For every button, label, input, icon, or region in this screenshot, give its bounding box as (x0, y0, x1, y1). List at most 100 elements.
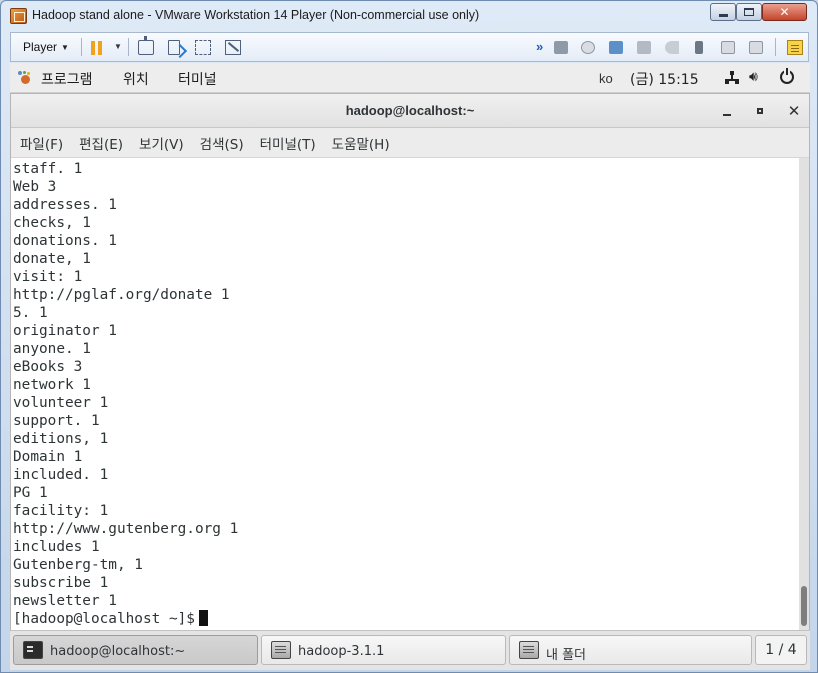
toolbar-divider (128, 38, 129, 56)
taskbar-item-terminal[interactable]: hadoop@localhost:~ (13, 635, 258, 665)
minimize-button[interactable] (710, 3, 736, 21)
output-line: donations. 1 (13, 233, 117, 249)
places-menu[interactable]: 위치 (123, 69, 149, 89)
terminal-menu[interactable]: 터미널 (178, 69, 217, 89)
sound-card-icon[interactable] (665, 41, 679, 54)
cd-drive-icon[interactable] (581, 41, 595, 54)
folder-icon (519, 641, 539, 659)
player-menu-label: Player (23, 40, 58, 54)
taskbar-item-home-folder[interactable]: 내 폴더 (509, 635, 752, 665)
terminal-scrollbar[interactable] (799, 158, 809, 630)
guest-display[interactable]: 프로그램 위치 터미널 ko (금) 15:15 🔊︎ hadoop@local… (10, 63, 810, 670)
pause-button[interactable] (91, 41, 103, 55)
maximize-icon (744, 8, 754, 16)
taskbar-item-hadoop-folder[interactable]: hadoop-3.1.1 (261, 635, 506, 665)
maximize-button[interactable] (736, 3, 762, 21)
terminal-output[interactable]: staff. 1 Web 3 addresses. 1 checks, 1 do… (11, 158, 799, 630)
toolbar-divider (81, 38, 82, 56)
window-title: Hadoop stand alone - VMware Workstation … (32, 8, 480, 22)
output-line: 5. 1 (13, 305, 48, 321)
unity-icon[interactable] (225, 40, 241, 55)
output-line: PG 1 (13, 485, 48, 501)
vmware-app-icon (10, 8, 27, 24)
output-line: http://www.gutenberg.org 1 (13, 521, 239, 537)
terminal-title-bar[interactable]: hadoop@localhost:~ ✕ (11, 94, 809, 128)
output-line: includes 1 (13, 539, 100, 555)
output-line: eBooks 3 (13, 359, 83, 375)
output-line: Gutenberg-tm, 1 (13, 557, 143, 573)
minimize-icon (723, 113, 731, 116)
usb-device-icon[interactable] (695, 41, 703, 54)
taskbar-item-label: hadoop@localhost:~ (50, 644, 186, 659)
network-icon[interactable] (725, 71, 739, 84)
gnome-bottom-panel: hadoop@localhost:~ hadoop-3.1.1 내 폴더 1 /… (10, 630, 810, 670)
output-line: network 1 (13, 377, 91, 393)
output-line: anyone. 1 (13, 341, 91, 357)
gnome-foot-icon (18, 71, 32, 84)
maximize-icon (757, 108, 763, 114)
taskbar-item-label: hadoop-3.1.1 (298, 644, 385, 659)
scrollbar-thumb[interactable] (801, 586, 807, 626)
output-line: donate, 1 (13, 251, 91, 267)
volume-icon[interactable]: 🔊︎ (749, 69, 758, 85)
output-line: checks, 1 (13, 215, 91, 231)
removable-device-icon[interactable] (749, 41, 763, 54)
output-line: support. 1 (13, 413, 100, 429)
output-line: staff. 1 (13, 161, 83, 177)
output-line: subscribe 1 (13, 575, 109, 591)
shell-prompt: [hadoop@localhost ~]$ (13, 611, 195, 627)
vmware-title-bar[interactable]: Hadoop stand alone - VMware Workstation … (1, 1, 817, 31)
output-line: http://pglaf.org/donate 1 (13, 287, 230, 303)
close-button[interactable]: ✕ (762, 3, 807, 21)
terminal-icon (23, 641, 43, 659)
output-line: included. 1 (13, 467, 109, 483)
close-icon: ✕ (779, 5, 790, 19)
removable-device-icon[interactable] (721, 41, 735, 54)
menu-edit[interactable]: 편집(E) (79, 133, 123, 153)
output-line: editions, 1 (13, 431, 109, 447)
output-line: addresses. 1 (13, 197, 117, 213)
output-line: facility: 1 (13, 503, 109, 519)
more-devices-icon[interactable]: » (536, 39, 543, 54)
menu-file[interactable]: 파일(F) (20, 133, 63, 153)
network-device-icon[interactable] (609, 41, 623, 54)
terminal-minimize-button[interactable] (718, 102, 736, 120)
terminal-window: hadoop@localhost:~ ✕ 파일(F) 편집(E) 보기(V) 검… (10, 93, 810, 630)
clock[interactable]: (금) 15:15 (630, 69, 699, 89)
output-line: visit: 1 (13, 269, 83, 285)
gnome-top-panel: 프로그램 위치 터미널 ko (금) 15:15 🔊︎ (10, 63, 810, 93)
vmware-toolbar: Player ▼ ▼ » (10, 32, 809, 62)
menu-search[interactable]: 검색(S) (200, 133, 244, 153)
player-menu[interactable]: Player ▼ (23, 40, 69, 54)
taskbar-item-label: 내 폴더 (546, 648, 587, 663)
minimize-icon (718, 13, 728, 17)
network-adapter-icon[interactable] (138, 36, 154, 55)
output-line: Web 3 (13, 179, 57, 195)
menu-view[interactable]: 보기(V) (139, 133, 184, 153)
terminal-maximize-button[interactable] (751, 102, 769, 120)
menu-terminal[interactable]: 터미널(T) (260, 133, 316, 153)
workspace-switcher[interactable]: 1 / 4 (755, 635, 807, 665)
power-icon[interactable] (780, 68, 794, 84)
output-line: newsletter 1 (13, 593, 117, 609)
menu-help[interactable]: 도움말(H) (332, 133, 390, 153)
hard-disk-icon[interactable] (554, 41, 568, 54)
message-log-icon[interactable] (787, 40, 803, 55)
folder-icon (271, 641, 291, 659)
terminal-title: hadoop@localhost:~ (345, 103, 475, 118)
close-icon: ✕ (787, 102, 801, 120)
output-line: Domain 1 (13, 449, 83, 465)
prompt-line[interactable]: [hadoop@localhost ~]$ (13, 610, 799, 628)
full-screen-icon[interactable] (195, 40, 211, 55)
printer-icon[interactable] (637, 41, 651, 54)
applications-menu[interactable]: 프로그램 (41, 69, 93, 89)
output-line: volunteer 1 (13, 395, 109, 411)
terminal-menu-bar: 파일(F) 편집(E) 보기(V) 검색(S) 터미널(T) 도움말(H) (11, 128, 809, 158)
send-ctrl-alt-del-icon[interactable] (168, 40, 180, 55)
vmware-window: Hadoop stand alone - VMware Workstation … (0, 0, 818, 673)
text-cursor (198, 610, 208, 626)
power-options-chevron-icon[interactable]: ▼ (114, 42, 122, 51)
terminal-close-button[interactable]: ✕ (785, 102, 803, 120)
input-method-indicator[interactable]: ko (599, 71, 613, 86)
toolbar-divider (775, 38, 776, 56)
